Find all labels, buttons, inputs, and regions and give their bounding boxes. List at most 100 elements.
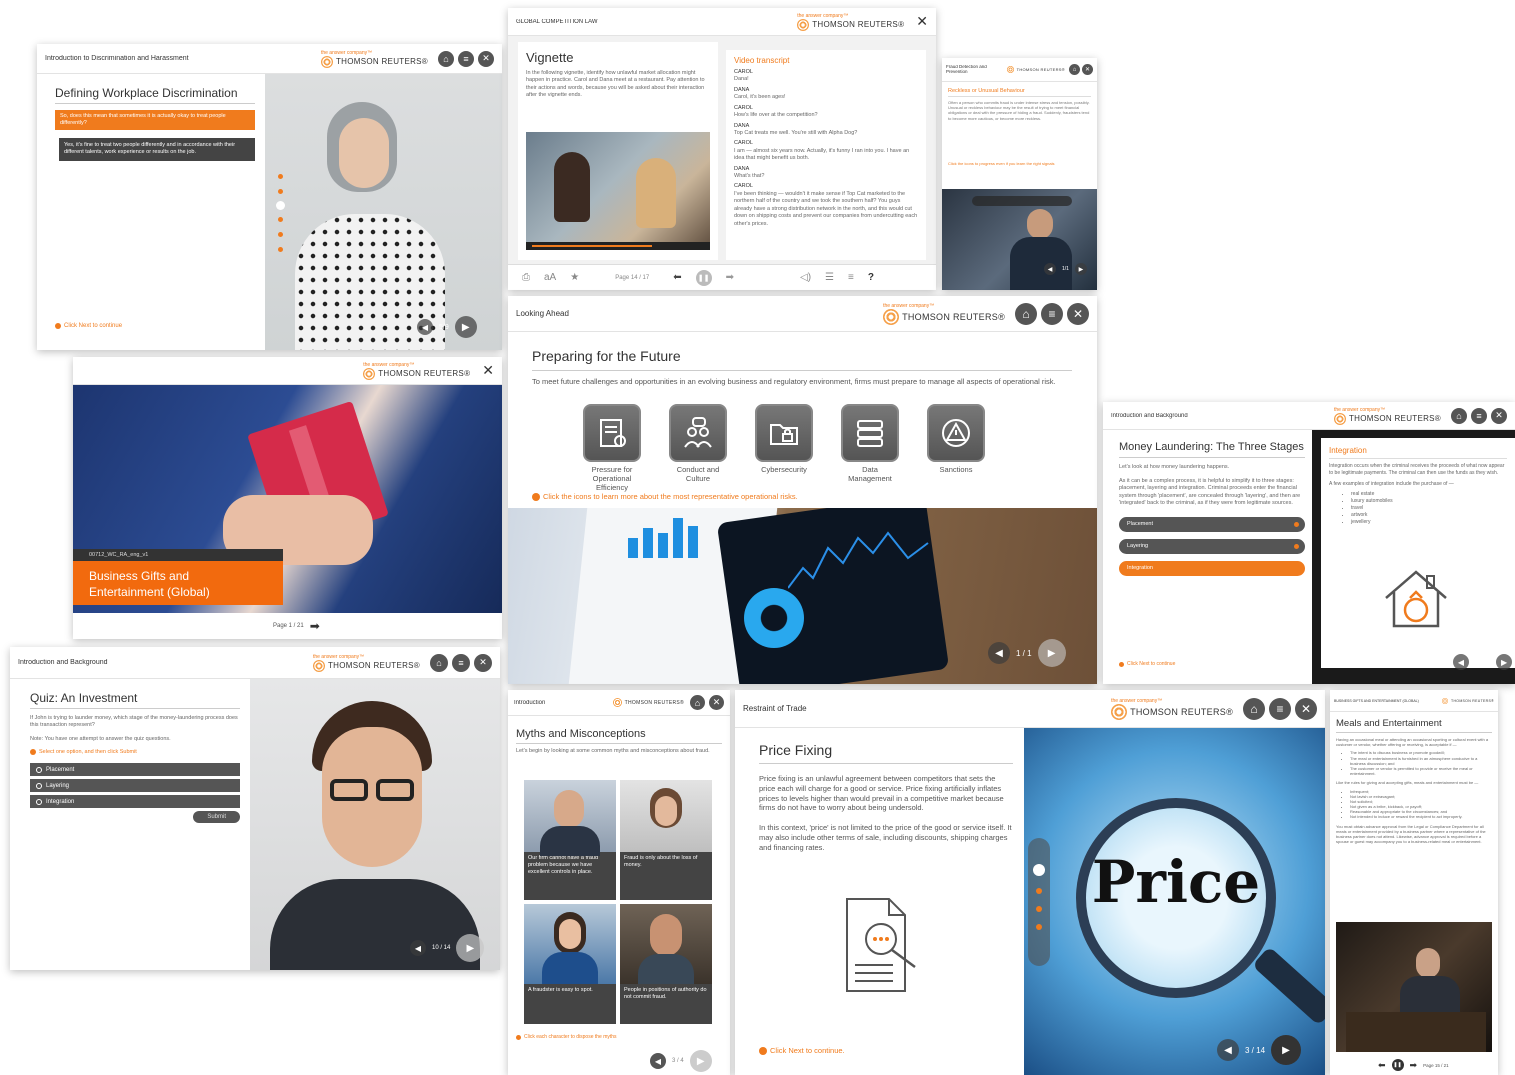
page-counter: Page 1 / 21 bbox=[273, 623, 304, 629]
video-progress-bar[interactable] bbox=[532, 245, 652, 247]
next-button[interactable]: ▶ bbox=[1496, 654, 1513, 670]
home-icon[interactable]: ⌂ bbox=[690, 695, 705, 710]
close-icon[interactable]: ✕ bbox=[482, 362, 494, 379]
radio-button[interactable] bbox=[36, 798, 42, 805]
next-button[interactable]: ▶ bbox=[1037, 639, 1066, 667]
risk-item-sanctions[interactable]: Sanctions bbox=[926, 404, 986, 492]
page-counter: 3 / 4 bbox=[672, 1058, 684, 1064]
brand-name: THOMSON REUTERS® bbox=[335, 57, 428, 66]
next-arrow-icon[interactable]: ➡ bbox=[310, 619, 320, 633]
risk-item-cybersecurity[interactable]: Cybersecurity bbox=[754, 404, 814, 492]
menu-icon[interactable]: ≡ bbox=[848, 272, 854, 283]
body-text: Often a person who commits fraud is unde… bbox=[948, 100, 1090, 121]
menu-icon[interactable]: ≡ bbox=[1269, 697, 1291, 720]
info-icon bbox=[55, 323, 61, 329]
option-integration[interactable]: Integration bbox=[30, 795, 240, 809]
risk-item-efficiency[interactable]: Pressure for Operational Efficiency bbox=[582, 404, 642, 492]
risk-item-data[interactable]: Data Management bbox=[840, 404, 900, 492]
list-item: artwork bbox=[1351, 512, 1507, 519]
submit-button[interactable]: Submit bbox=[193, 811, 240, 824]
bookmark-star-icon[interactable]: ★ bbox=[570, 272, 579, 283]
close-icon[interactable]: ✕ bbox=[709, 695, 724, 710]
card-header: Introduction THOMSON REUTERS® ⌂ ✕ bbox=[508, 690, 730, 716]
previous-arrow-icon[interactable]: ⬅ bbox=[1378, 1060, 1386, 1071]
home-icon[interactable]: ⌂ bbox=[1069, 64, 1080, 75]
page-title: Price Fixing bbox=[759, 742, 1013, 764]
previous-button[interactable]: ◀ bbox=[650, 1053, 666, 1069]
menu-icon[interactable]: ≡ bbox=[458, 50, 474, 67]
list-icon[interactable]: ☰ bbox=[825, 272, 834, 283]
examples-list: real estate luxury automobiles travel ar… bbox=[1351, 491, 1507, 526]
card-preparing-future: Looking Ahead the answer company™ THOMSO… bbox=[508, 296, 1097, 684]
next-button[interactable]: ▶ bbox=[1074, 263, 1087, 275]
card-header: Restraint of Trade the answer company™ T… bbox=[735, 690, 1325, 728]
myth-tile[interactable]: A fraudster is easy to spot. bbox=[524, 904, 616, 1024]
radio-button[interactable] bbox=[36, 782, 42, 789]
next-button[interactable]: ▶ bbox=[456, 934, 485, 962]
font-size-icon[interactable]: aA bbox=[544, 272, 556, 283]
list-item: travel bbox=[1351, 505, 1507, 512]
close-icon[interactable]: ✕ bbox=[1295, 697, 1317, 720]
menu-icon[interactable]: ≡ bbox=[452, 653, 470, 672]
previous-button[interactable]: ◀ bbox=[417, 319, 433, 335]
progress-dots[interactable] bbox=[1028, 838, 1050, 966]
stage-button-layering[interactable]: Layering bbox=[1119, 539, 1305, 555]
bearded-man-image bbox=[620, 904, 712, 984]
previous-button[interactable]: ◀ bbox=[410, 940, 426, 956]
option-layering[interactable]: Layering bbox=[30, 779, 240, 793]
transcript-entry: DANA Carol, it's been ages! bbox=[734, 86, 786, 101]
warning-icon[interactable] bbox=[927, 404, 985, 462]
myth-tile[interactable]: Our firm cannot have a fraud problem bec… bbox=[524, 780, 616, 900]
close-icon[interactable]: ✕ bbox=[478, 50, 494, 67]
risk-item-conduct[interactable]: Conduct and Culture bbox=[668, 404, 728, 492]
previous-button[interactable]: ◀ bbox=[1044, 263, 1056, 275]
reuters-logo-icon bbox=[1442, 697, 1449, 704]
video-player[interactable] bbox=[526, 132, 710, 250]
myth-tile[interactable]: People in positions of authority do not … bbox=[620, 904, 712, 1024]
progress-track[interactable] bbox=[972, 196, 1072, 206]
next-arrow-icon[interactable]: ➡ bbox=[1410, 1060, 1418, 1071]
menu-icon[interactable]: ≡ bbox=[1041, 302, 1063, 325]
stage-button-integration[interactable]: Integration bbox=[1119, 561, 1305, 577]
myth-tile[interactable]: Fraud is only about the loss of money. bbox=[620, 780, 712, 900]
radio-button[interactable] bbox=[36, 766, 42, 773]
close-icon[interactable]: ✕ bbox=[1491, 407, 1507, 424]
home-icon[interactable]: ⌂ bbox=[1243, 697, 1265, 720]
previous-button[interactable]: ◀ bbox=[1217, 1039, 1239, 1061]
document-gear-icon[interactable] bbox=[583, 404, 641, 462]
close-icon[interactable]: ✕ bbox=[1082, 64, 1093, 75]
help-button[interactable]: ? bbox=[868, 272, 874, 283]
previous-arrow-icon[interactable]: ⬅ bbox=[673, 272, 681, 283]
next-button[interactable]: ▶ bbox=[1271, 1035, 1302, 1065]
next-arrow-icon[interactable]: ➡ bbox=[726, 272, 734, 283]
reuters-logo-icon bbox=[612, 698, 622, 707]
option-placement[interactable]: Placement bbox=[30, 763, 240, 777]
folder-lock-icon[interactable] bbox=[755, 404, 813, 462]
next-button[interactable]: ▶ bbox=[454, 316, 477, 338]
close-icon[interactable]: ✕ bbox=[916, 13, 928, 30]
close-icon[interactable]: ✕ bbox=[474, 653, 492, 672]
scroll-track[interactable] bbox=[276, 154, 285, 274]
menu-icon[interactable]: ≡ bbox=[1471, 407, 1487, 424]
hint-text: Click each character to dispose the myth… bbox=[516, 1034, 617, 1040]
people-chat-icon[interactable] bbox=[669, 404, 727, 462]
next-button[interactable]: ▶ bbox=[689, 1050, 712, 1072]
thomson-reuters-logo: the answer company™ THOMSON REUTERS® bbox=[1111, 698, 1233, 720]
home-icon[interactable]: ⌂ bbox=[1015, 302, 1037, 325]
stage-button-placement[interactable]: Placement bbox=[1119, 517, 1305, 533]
previous-button[interactable]: ◀ bbox=[1453, 654, 1469, 670]
transcript-entry: CAROL I am — almost six years now. Actual… bbox=[734, 140, 910, 162]
close-icon[interactable]: ✕ bbox=[1067, 302, 1089, 325]
server-icon[interactable] bbox=[841, 404, 899, 462]
thomson-reuters-logo: the answer company™ THOMSON REUTERS® bbox=[320, 50, 428, 68]
card-header: BUSINESS GIFTS AND ENTERTAINMENT (GLOBAL… bbox=[1330, 690, 1498, 712]
info-icon bbox=[1119, 661, 1124, 667]
previous-button[interactable]: ◀ bbox=[988, 642, 1010, 664]
pause-button[interactable]: ❚❚ bbox=[1391, 1059, 1404, 1071]
volume-icon[interactable]: ◁) bbox=[800, 272, 811, 283]
home-icon[interactable]: ⌂ bbox=[1451, 407, 1467, 424]
pause-button[interactable]: ❚❚ bbox=[695, 269, 712, 286]
print-icon[interactable]: ⎙ bbox=[522, 272, 530, 283]
home-icon[interactable]: ⌂ bbox=[430, 653, 448, 672]
home-icon[interactable]: ⌂ bbox=[438, 50, 454, 67]
